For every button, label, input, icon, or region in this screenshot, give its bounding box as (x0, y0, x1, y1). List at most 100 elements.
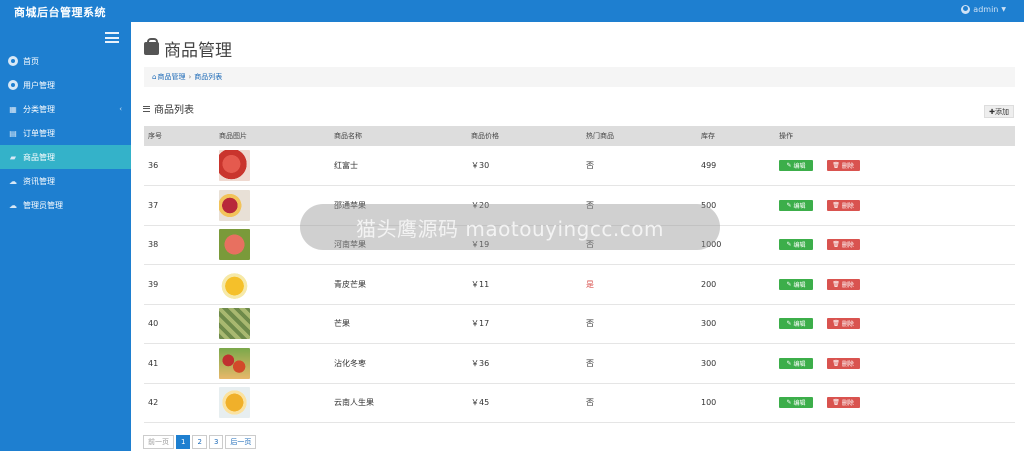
sidebar-item-admins[interactable]: ☁ 管理员管理 (0, 193, 131, 217)
trash-icon: 🗑 (832, 399, 840, 407)
sidebar-item-orders[interactable]: ▤ 订单管理 (0, 121, 131, 145)
table-row: 39 青皮芒果 ￥11 是 200 ✎ 编辑 🗑 删除 (144, 265, 1015, 304)
page-button[interactable]: 2 (192, 435, 207, 449)
sidebar-item-products[interactable]: ▰ 商品管理 (0, 145, 131, 169)
table-row: 42 云南人生果 ￥45 否 100 ✎ 编辑 🗑 删除 (144, 383, 1015, 423)
trash-icon: 🗑 (832, 162, 840, 169)
sidebar-item-users[interactable]: 用户管理 (0, 73, 131, 97)
cell-id: 37 (148, 200, 159, 210)
page-button[interactable]: 1 (176, 435, 191, 449)
user-icon (8, 80, 18, 90)
breadcrumb-item[interactable]: 商品管理 (157, 72, 185, 82)
cell-price: ￥11 (471, 279, 490, 289)
column-header: 操作 (779, 132, 793, 140)
product-image (219, 308, 250, 340)
delete-button[interactable]: 🗑 删除 (826, 318, 860, 330)
user-avatar-icon (961, 5, 971, 14)
delete-label: 删除 (841, 242, 854, 250)
next-page-button[interactable]: 后一页 (225, 435, 257, 449)
edit-button[interactable]: ✎ 编辑 (779, 239, 813, 251)
cell-id: 36 (148, 161, 159, 170)
product-image (219, 387, 250, 419)
table-row: 41 沾化冬枣 ￥36 否 300 ✎ 编辑 🗑 删除 (144, 344, 1015, 383)
edit-button[interactable]: ✎ 编辑 (779, 357, 813, 369)
edit-button[interactable]: ✎ 编辑 (779, 199, 813, 211)
menu-toggle-icon[interactable] (105, 32, 119, 43)
sidebar-item-home[interactable]: 首页 (0, 49, 131, 73)
edit-label: 编辑 (793, 242, 806, 250)
user-menu[interactable]: admin ▼ (961, 5, 1006, 14)
cell-stock: 100 (701, 398, 717, 408)
edit-icon: ✎ (786, 201, 792, 209)
column-header: 商品图片 (219, 132, 247, 140)
delete-label: 删除 (841, 400, 854, 408)
delete-label: 删除 (841, 163, 854, 170)
cell-hot: 否 (586, 358, 594, 368)
category-icon: ▦ (9, 104, 17, 114)
sidebar: 首页 用户管理 ▦ 分类管理 ‹ ▤ 订单管理 ▰ 商品管理 ☁ 资讯管理 ☁ … (0, 22, 131, 451)
edit-icon: ✎ (786, 241, 792, 249)
breadcrumb-separator: › (188, 73, 192, 81)
section-title: 商品列表 (143, 101, 194, 116)
cell-hot: 是 (586, 279, 594, 289)
edit-label: 编辑 (793, 202, 806, 210)
column-header: 库存 (701, 132, 715, 140)
edit-button[interactable]: ✎ 编辑 (779, 318, 813, 330)
product-image (219, 229, 250, 261)
shopping-bag-icon (144, 38, 159, 55)
delete-button[interactable]: 🗑 删除 (826, 397, 860, 409)
edit-button[interactable]: ✎ 编辑 (779, 397, 813, 409)
page-button[interactable]: 3 (208, 435, 224, 449)
trash-icon: 🗑 (832, 280, 840, 288)
product-image (219, 189, 250, 221)
cell-name: 沾化冬枣 (334, 358, 366, 368)
edit-button[interactable]: ✎ 编辑 (779, 160, 813, 171)
trash-icon: 🗑 (832, 359, 840, 367)
table-row: 36 红富士 ￥30 否 499 ✎ 编辑 🗑 删除 (144, 146, 1015, 186)
news-icon: ☁ (9, 176, 17, 186)
delete-button[interactable]: 🗑 删除 (826, 239, 860, 251)
admin-icon: ☁ (9, 200, 17, 210)
cell-id: 39 (148, 279, 159, 289)
section-title-text: 商品列表 (154, 105, 194, 116)
edit-label: 编辑 (793, 321, 806, 329)
cell-name: 青皮芒果 (334, 279, 366, 289)
product-image (219, 268, 250, 300)
trash-icon: 🗑 (832, 320, 840, 328)
trash-icon: 🗑 (832, 241, 840, 249)
edit-icon: ✎ (786, 399, 792, 407)
edit-button[interactable]: ✎ 编辑 (779, 278, 813, 290)
delete-button[interactable]: 🗑 删除 (826, 199, 860, 211)
cell-price: ￥30 (471, 161, 490, 170)
sidebar-item-label: 用户管理 (23, 80, 55, 90)
cell-hot: 否 (586, 161, 594, 170)
edit-label: 编辑 (793, 400, 806, 408)
delete-label: 删除 (841, 281, 854, 289)
dashboard-icon (8, 56, 18, 66)
delete-button[interactable]: 🗑 删除 (826, 357, 860, 369)
watermark-overlay: 猫头鹰源码 maotouyingcc.com (300, 204, 720, 250)
delete-label: 删除 (841, 202, 854, 210)
cell-id: 42 (148, 398, 159, 408)
sidebar-item-news[interactable]: ☁ 资讯管理 (0, 169, 131, 193)
sidebar-item-label: 分类管理 (23, 104, 55, 114)
prev-page-button[interactable]: 前一页 (143, 435, 174, 449)
edit-label: 编辑 (793, 360, 806, 368)
trash-icon: 🗑 (832, 201, 840, 209)
username: admin (973, 5, 999, 14)
delete-button[interactable]: 🗑 删除 (826, 278, 860, 290)
breadcrumb-item[interactable]: 商品列表 (194, 72, 222, 82)
sidebar-item-categories[interactable]: ▦ 分类管理 ‹ (0, 97, 131, 121)
sidebar-item-label: 管理员管理 (23, 200, 63, 210)
breadcrumb: ⌂ 商品管理 › 商品列表 (144, 67, 1015, 87)
delete-button[interactable]: 🗑 删除 (826, 160, 860, 171)
table-row: 40 芒果 ￥17 否 300 ✎ 编辑 🗑 删除 (144, 304, 1015, 344)
add-button[interactable]: ✚ 添加 (984, 105, 1014, 118)
home-icon: ⌂ (152, 73, 157, 81)
delete-label: 删除 (841, 360, 854, 368)
sidebar-menu: 首页 用户管理 ▦ 分类管理 ‹ ▤ 订单管理 ▰ 商品管理 ☁ 资讯管理 ☁ … (0, 49, 131, 217)
edit-label: 编辑 (793, 163, 806, 170)
add-button-label: 添加 (995, 107, 1009, 116)
product-table: 序号 商品图片 商品名称 商品价格 热门商品 库存 操作 36 红富士 ￥30 … (144, 126, 1015, 423)
list-icon (143, 105, 150, 112)
